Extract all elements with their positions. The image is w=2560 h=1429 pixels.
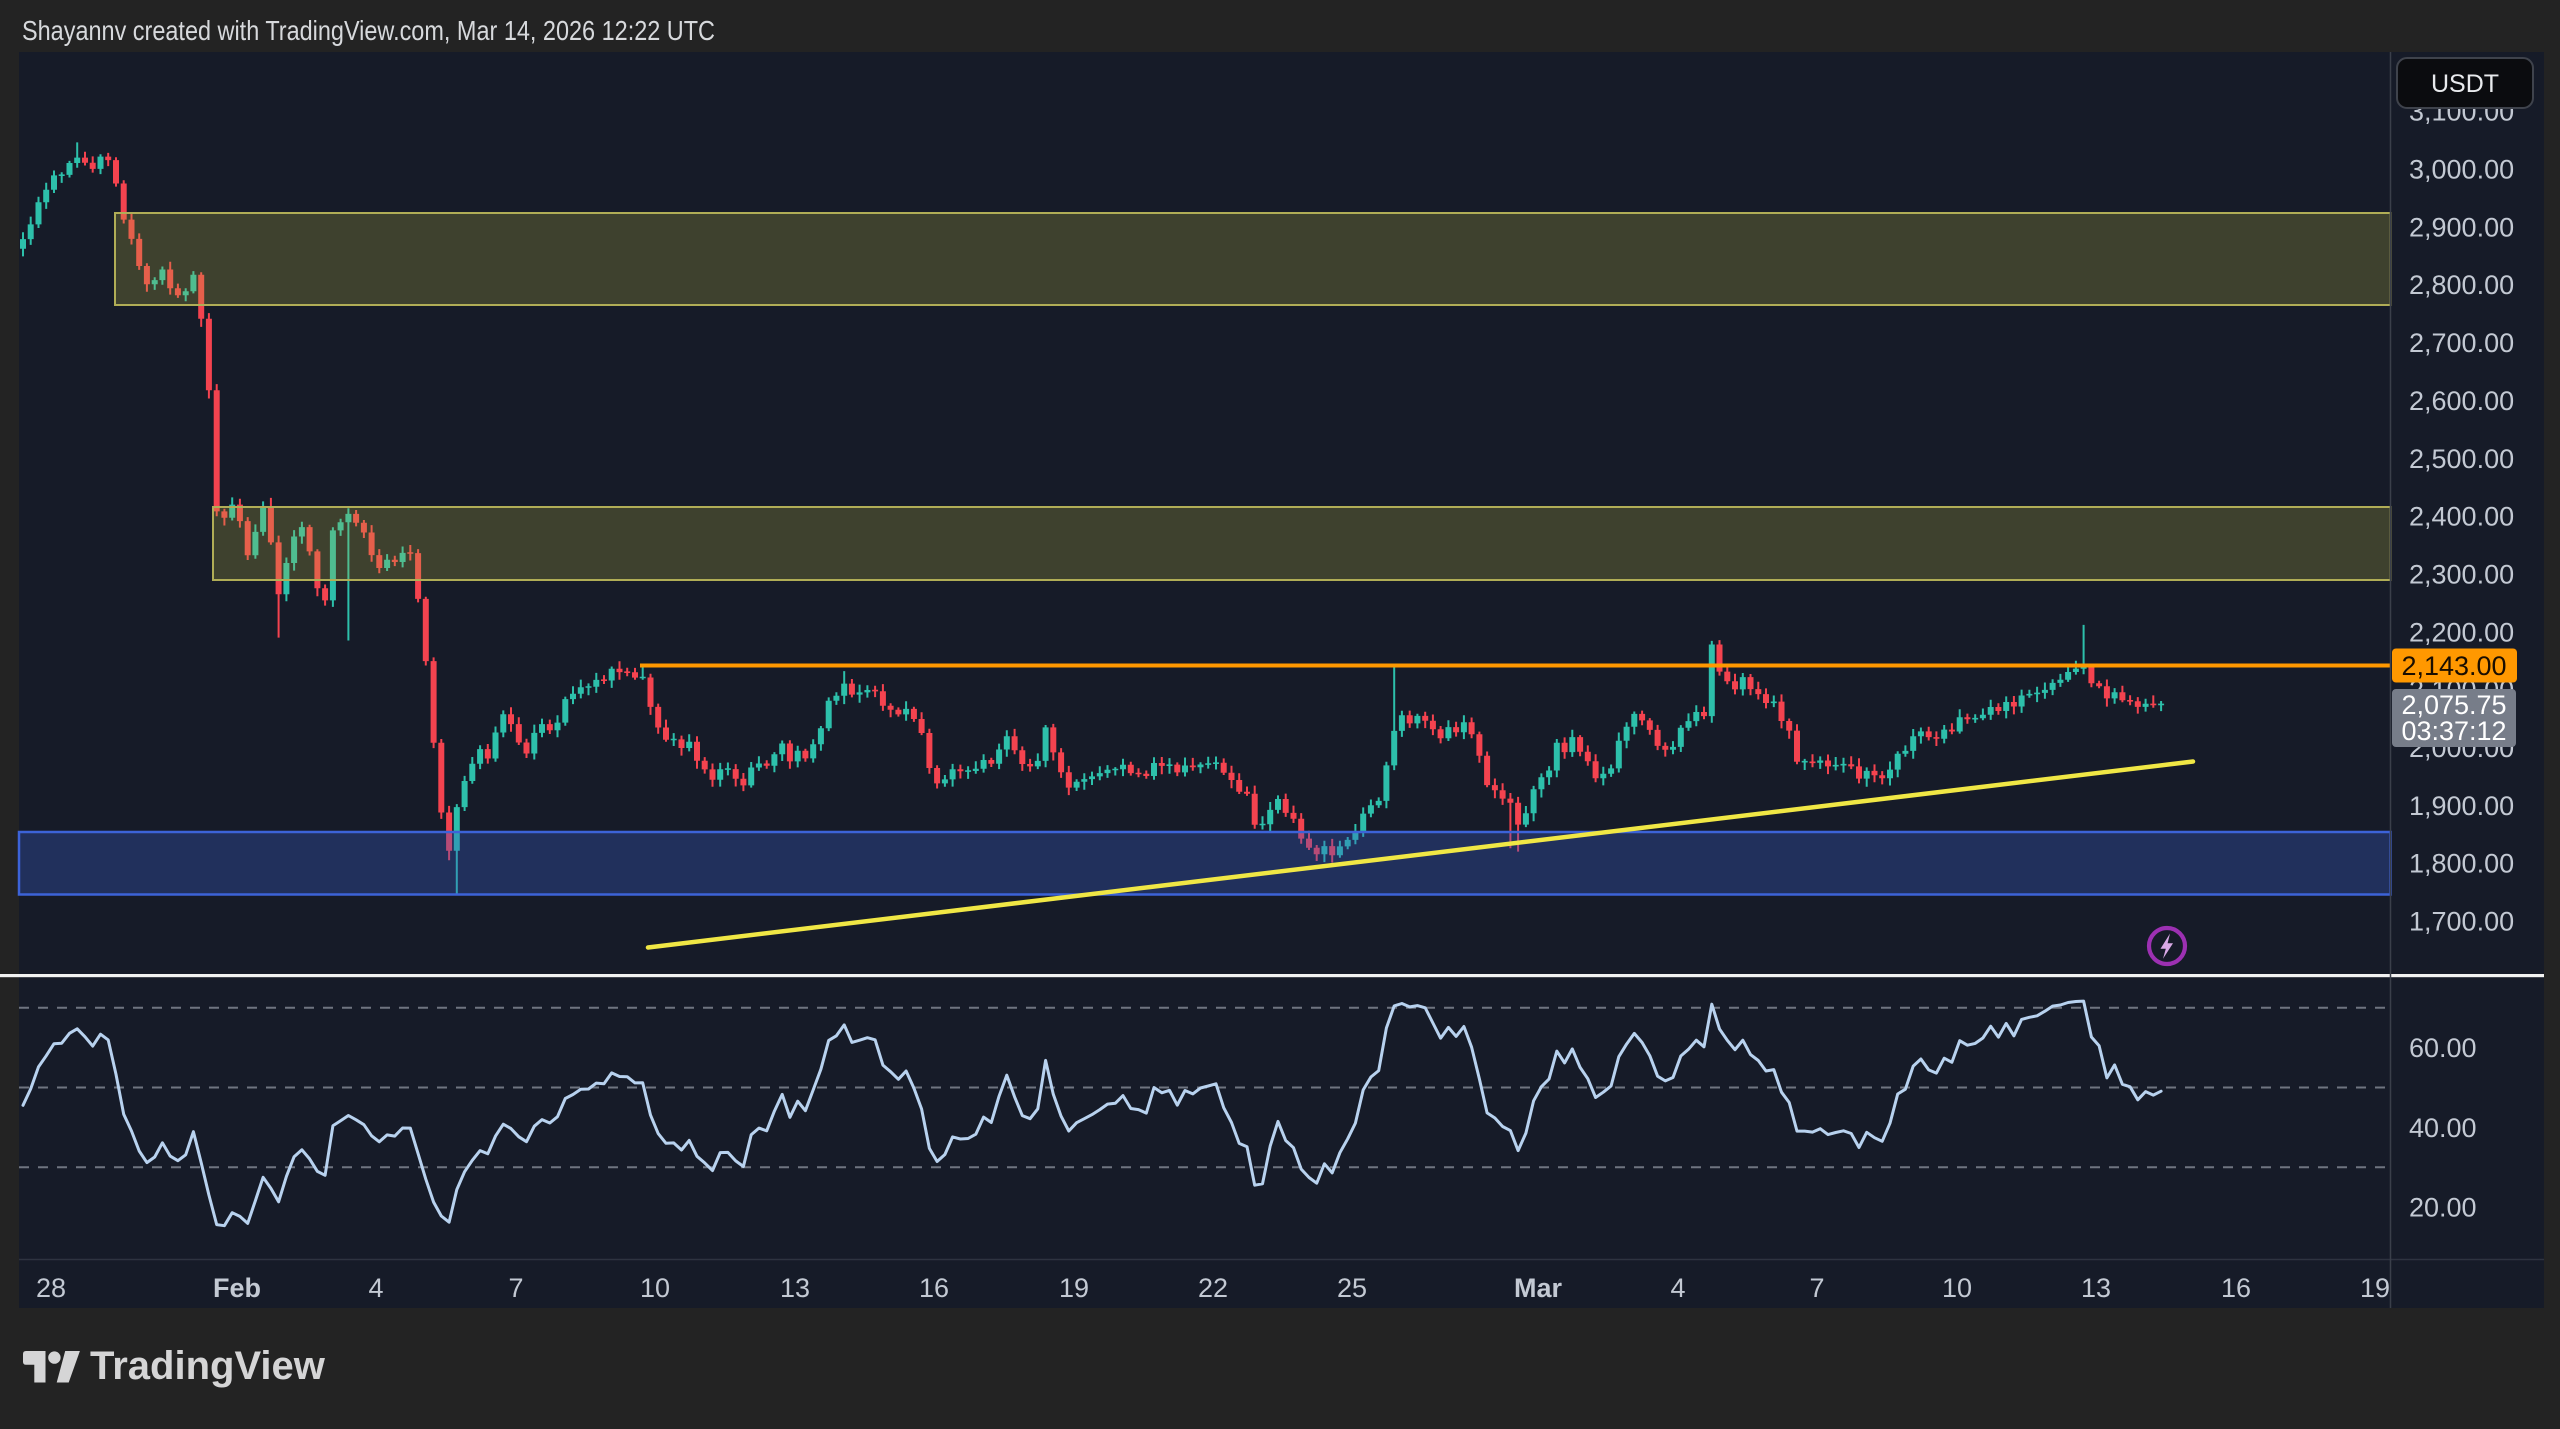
svg-text:2,600.00: 2,600.00	[2409, 386, 2514, 416]
svg-text:2,700.00: 2,700.00	[2409, 328, 2514, 358]
svg-text:1,700.00: 1,700.00	[2409, 907, 2514, 937]
svg-text:28: 28	[36, 1273, 66, 1303]
svg-text:USDT: USDT	[2431, 70, 2499, 98]
svg-text:22: 22	[1198, 1273, 1228, 1303]
svg-text:4: 4	[1670, 1273, 1685, 1303]
svg-text:10: 10	[640, 1273, 670, 1303]
svg-text:TradingView: TradingView	[90, 1344, 326, 1388]
svg-text:Shayannv created with TradingV: Shayannv created with TradingView.com, M…	[22, 15, 715, 46]
svg-text:19: 19	[1059, 1273, 1089, 1303]
svg-text:4: 4	[368, 1273, 383, 1303]
svg-text:10: 10	[1942, 1273, 1972, 1303]
svg-text:03:37:12: 03:37:12	[2401, 716, 2506, 746]
svg-text:1,900.00: 1,900.00	[2409, 791, 2514, 821]
svg-text:3,000.00: 3,000.00	[2409, 155, 2514, 185]
svg-text:Feb: Feb	[213, 1273, 261, 1303]
svg-text:20.00: 20.00	[2409, 1193, 2477, 1223]
svg-text:19: 19	[2360, 1273, 2390, 1303]
svg-text:2,200.00: 2,200.00	[2409, 617, 2514, 647]
svg-text:60.00: 60.00	[2409, 1033, 2477, 1063]
svg-text:1,800.00: 1,800.00	[2409, 849, 2514, 879]
svg-text:13: 13	[780, 1273, 810, 1303]
svg-text:2,143.00: 2,143.00	[2401, 651, 2506, 681]
svg-text:7: 7	[1809, 1273, 1824, 1303]
svg-text:2,500.00: 2,500.00	[2409, 444, 2514, 474]
svg-text:2,800.00: 2,800.00	[2409, 270, 2514, 300]
svg-text:16: 16	[919, 1273, 949, 1303]
svg-text:Mar: Mar	[1514, 1273, 1563, 1303]
svg-text:40.00: 40.00	[2409, 1113, 2477, 1143]
svg-text:7: 7	[508, 1273, 523, 1303]
svg-text:2,400.00: 2,400.00	[2409, 502, 2514, 532]
svg-text:16: 16	[2221, 1273, 2251, 1303]
svg-text:2,300.00: 2,300.00	[2409, 560, 2514, 590]
svg-text:2,900.00: 2,900.00	[2409, 212, 2514, 242]
svg-text:25: 25	[1337, 1273, 1367, 1303]
svg-text:13: 13	[2081, 1273, 2111, 1303]
